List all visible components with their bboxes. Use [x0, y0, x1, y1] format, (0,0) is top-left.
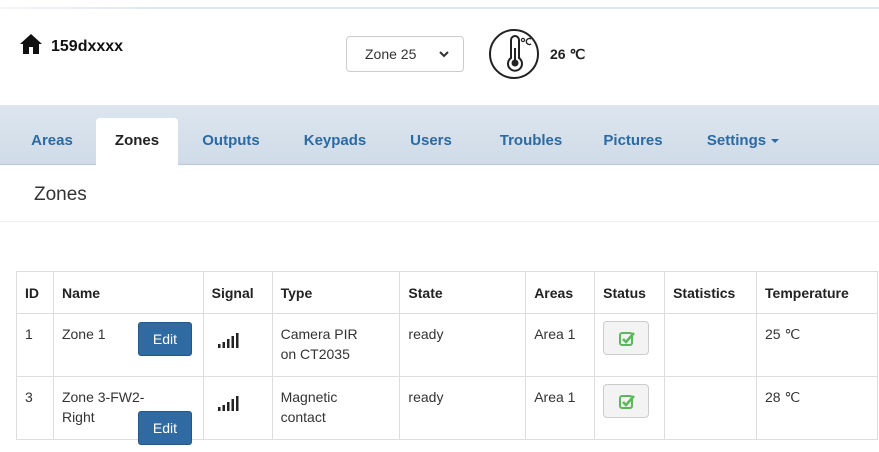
cell-id: 1 — [16, 313, 54, 377]
chevron-down-icon — [439, 51, 449, 58]
zone-name-line: Zone 3-FW2- — [61, 389, 145, 405]
main-nav: Areas Zones Outputs Keypads Users Troubl… — [0, 105, 879, 165]
signal-bars-icon — [217, 396, 239, 411]
column-header-state: State — [399, 271, 527, 314]
page-title: Zones — [34, 184, 87, 205]
caret-down-icon — [771, 139, 780, 144]
tab-areas[interactable]: Areas — [16, 118, 88, 164]
edit-button[interactable]: Edit — [137, 411, 192, 445]
tab-settings-label: Settings — [706, 132, 767, 149]
tab-users[interactable]: Users — [398, 118, 464, 164]
check-square-icon — [619, 332, 636, 346]
divider — [0, 221, 879, 222]
column-header-areas: Areas — [525, 271, 596, 314]
check-square-icon — [619, 395, 636, 409]
column-header-signal: Signal — [202, 271, 273, 314]
column-header-name: Name — [52, 271, 204, 314]
table-header-row: ID Name Signal Type State Areas Status S… — [16, 271, 878, 314]
zone-name: Zone 1 — [61, 326, 106, 342]
cell-id: 3 — [16, 376, 54, 440]
column-header-id: ID — [16, 271, 54, 314]
cell-status — [594, 376, 666, 440]
temperature-value: 26 ℃ — [550, 46, 586, 62]
type-line: contact — [280, 409, 326, 425]
column-header-status: Status — [594, 271, 666, 314]
home-icon[interactable] — [19, 33, 43, 55]
header: 159dxxxx Zone 25 26 ℃ — [0, 9, 879, 105]
cell-state: ready — [399, 313, 527, 377]
edit-button[interactable]: Edit — [137, 322, 192, 356]
cell-areas: Area 1 — [525, 313, 596, 377]
tab-pictures[interactable]: Pictures — [592, 118, 674, 164]
cell-signal — [202, 376, 273, 440]
cell-temperature: 28 ℃ — [756, 376, 878, 440]
cell-type: Magnetic contact — [271, 376, 401, 440]
cell-areas: Area 1 — [525, 376, 596, 440]
zones-table: ID Name Signal Type State Areas Status S… — [16, 271, 878, 445]
zone-select[interactable]: Zone 25 — [346, 36, 464, 72]
cell-signal — [202, 313, 273, 377]
tab-outputs[interactable]: Outputs — [190, 118, 272, 164]
cell-name: Zone 3-FW2- Right Edit — [52, 376, 204, 445]
tab-troubles[interactable]: Troubles — [484, 118, 578, 164]
column-header-temperature: Temperature — [756, 271, 878, 314]
zone-select-value: Zone 25 — [365, 46, 417, 62]
thermometer-icon — [489, 29, 539, 79]
tab-settings[interactable]: Settings — [695, 118, 791, 164]
status-button[interactable] — [603, 321, 650, 355]
cell-name: Zone 1 Edit — [52, 313, 204, 377]
cell-type: Camera PIR on CT2035 — [271, 313, 401, 377]
status-button[interactable] — [603, 384, 650, 418]
signal-bars-icon — [217, 333, 239, 348]
type-line: Magnetic — [280, 389, 338, 405]
type-line: Camera PIR — [280, 326, 358, 342]
table-row: 1 Zone 1 Edit Camera PIR on CT2035 ready — [16, 313, 878, 377]
cell-statistics — [664, 313, 758, 377]
column-header-statistics: Statistics — [664, 271, 758, 314]
device-name: 159dxxxx — [51, 38, 124, 55]
tab-keypads[interactable]: Keypads — [292, 118, 378, 164]
column-header-type: Type — [271, 271, 401, 314]
table-row: 3 Zone 3-FW2- Right Edit Magnetic contac… — [16, 376, 878, 445]
cell-status — [594, 313, 666, 377]
tab-zones[interactable]: Zones — [96, 118, 178, 165]
type-line: on CT2035 — [280, 346, 350, 362]
cell-statistics — [664, 376, 758, 440]
cell-state: ready — [399, 376, 527, 440]
cell-temperature: 25 ℃ — [756, 313, 878, 377]
